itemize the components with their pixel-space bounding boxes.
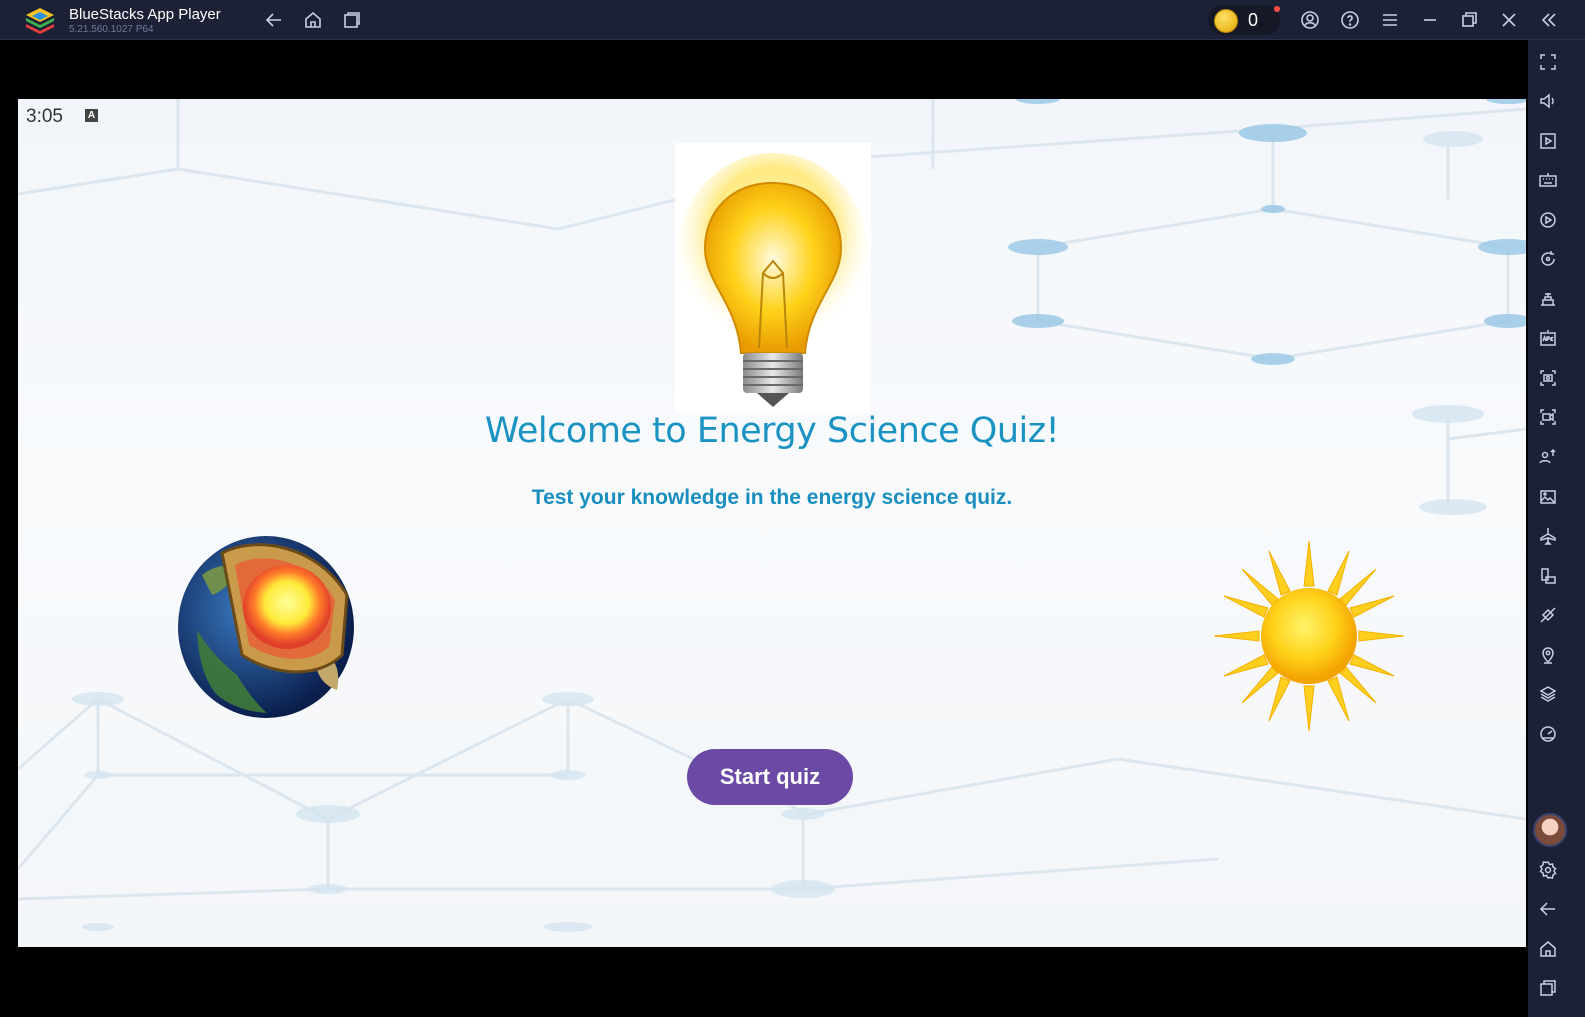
multi-instance-icon[interactable] (340, 8, 364, 32)
install-apk-icon[interactable] (1536, 326, 1560, 350)
back-icon[interactable] (262, 8, 286, 32)
bluestacks-logo (24, 6, 56, 36)
menu-icon[interactable] (1378, 8, 1402, 32)
volume-icon[interactable] (1536, 89, 1560, 113)
app-name: BlueStacks App Player (69, 6, 221, 23)
recent-apps-icon[interactable] (1536, 976, 1560, 1000)
home-nav-icon[interactable] (1536, 937, 1560, 961)
layers-icon[interactable] (1536, 682, 1560, 706)
notification-dot (1274, 6, 1280, 12)
avatar[interactable] (1533, 813, 1567, 847)
settings-icon[interactable] (1536, 858, 1560, 882)
welcome-subtitle: Test your knowledge in the energy scienc… (531, 486, 1013, 509)
eco-mode-icon[interactable] (1536, 603, 1560, 627)
keyboard-icon[interactable] (1536, 168, 1560, 192)
light-bulb-image (675, 143, 871, 413)
status-bar-time: 3:05 (26, 106, 63, 127)
rotate-icon[interactable] (1536, 247, 1560, 271)
home-icon[interactable] (301, 8, 325, 32)
welcome-title: Welcome to Energy Science Quiz! (484, 411, 1060, 451)
window-titlebar: BlueStacks App Player 5.21.560.1027 P64 … (0, 0, 1585, 40)
media-manager-icon[interactable] (1536, 129, 1560, 153)
macro-icon[interactable] (1536, 208, 1560, 232)
minimize-icon[interactable] (1418, 8, 1442, 32)
airplane-mode-icon[interactable] (1536, 524, 1560, 548)
collapse-sidebar-icon[interactable] (1537, 8, 1561, 32)
close-icon[interactable] (1497, 8, 1521, 32)
fullscreen-icon[interactable] (1536, 50, 1560, 74)
start-quiz-button[interactable]: Start quiz (687, 749, 853, 805)
earth-core-image (177, 535, 355, 719)
back-nav-icon[interactable] (1536, 897, 1560, 921)
help-icon[interactable] (1338, 8, 1362, 32)
restore-icon[interactable] (1457, 8, 1481, 32)
coin-balance[interactable]: 0 (1208, 5, 1280, 35)
game-controls-icon[interactable] (1536, 287, 1560, 311)
status-bar-indicator-icon: A (85, 109, 98, 122)
coin-count: 0 (1248, 10, 1259, 30)
record-icon[interactable] (1536, 405, 1560, 429)
sun-image (1213, 540, 1405, 732)
side-toolbar (1528, 40, 1585, 1017)
gallery-icon[interactable] (1536, 485, 1560, 509)
device-icon[interactable] (1536, 564, 1560, 588)
location-icon[interactable] (1536, 643, 1560, 667)
multi-instance-manager-icon[interactable] (1536, 445, 1560, 469)
app-version: 5.21.560.1027 P64 (69, 24, 154, 35)
coin-icon (1214, 9, 1238, 33)
performance-icon[interactable] (1536, 722, 1560, 746)
account-icon[interactable] (1298, 8, 1322, 32)
android-screen: 3:05 A Welcome to Energy Science Quiz! T… (18, 99, 1526, 947)
screenshot-icon[interactable] (1536, 366, 1560, 390)
